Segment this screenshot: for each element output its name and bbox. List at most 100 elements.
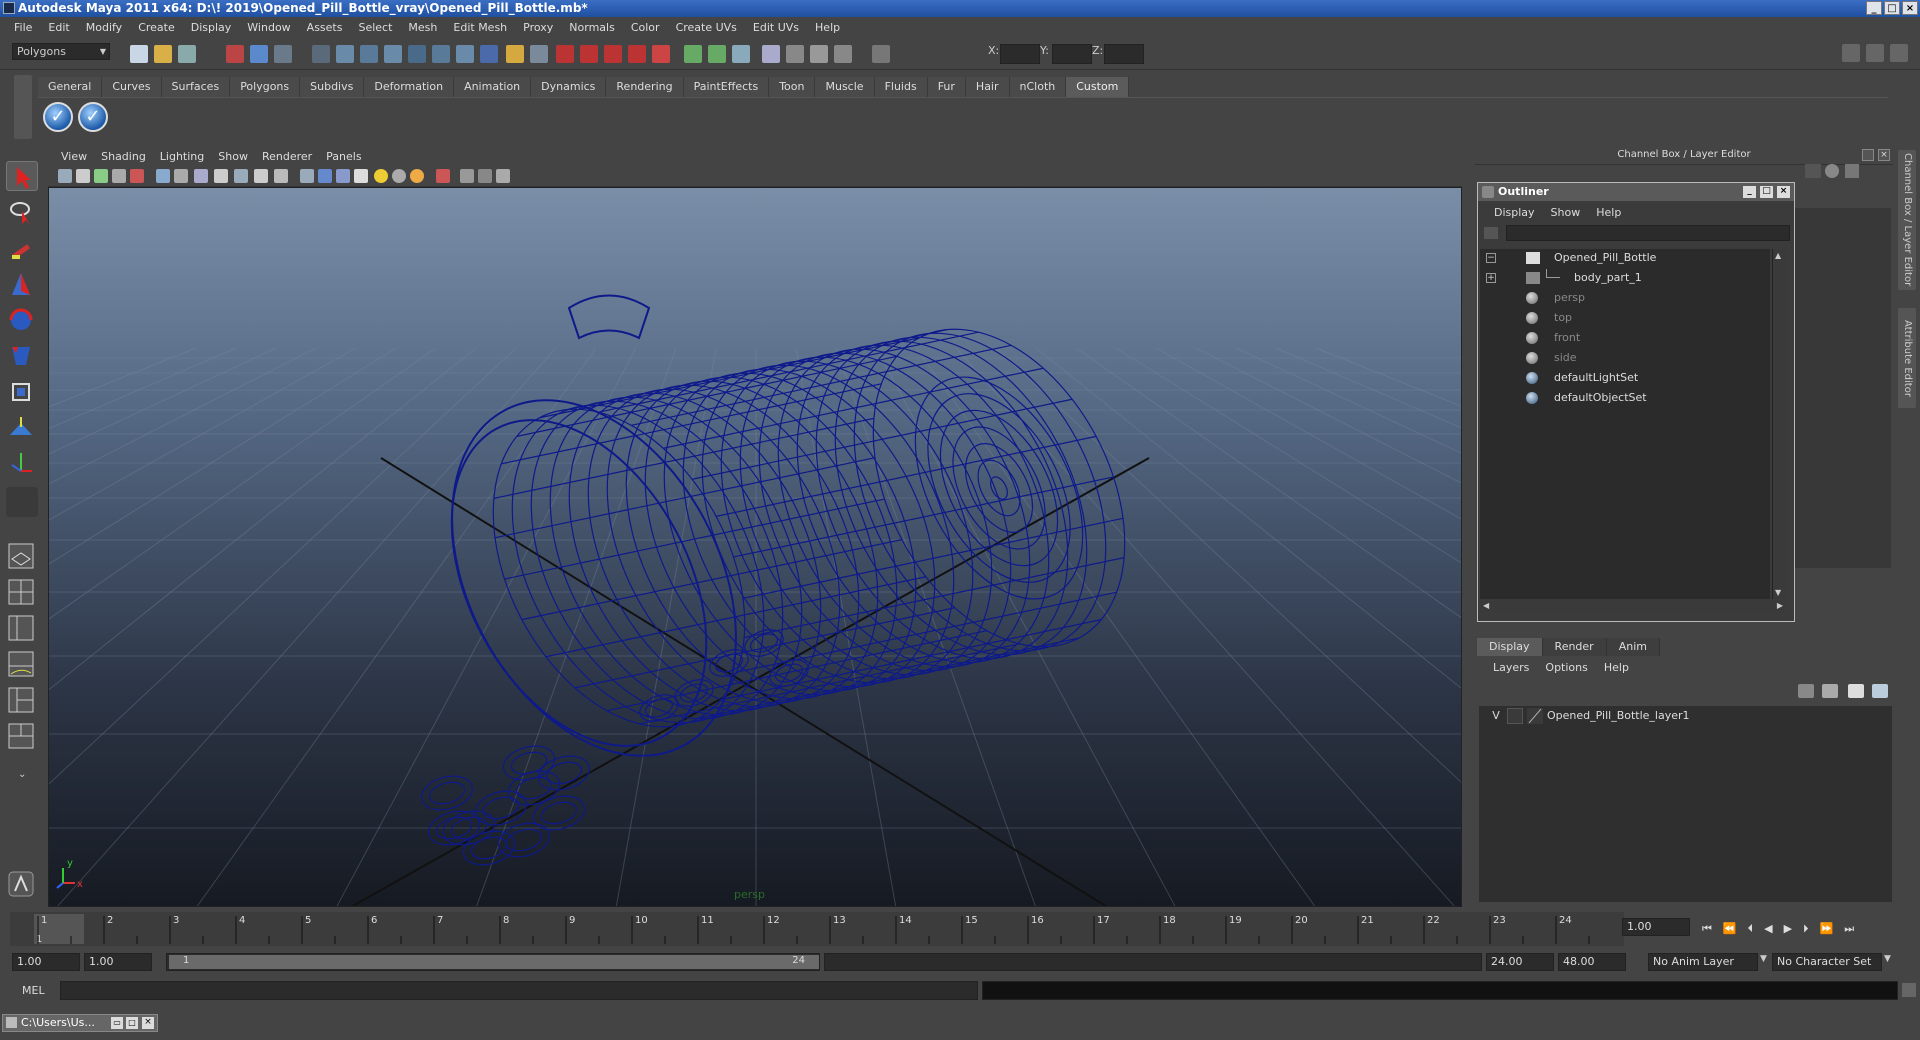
menu-color[interactable]: Color <box>623 21 668 34</box>
layer-color-swatch[interactable] <box>1527 708 1543 724</box>
help-icon[interactable] <box>480 45 498 63</box>
resolution-gate-icon[interactable] <box>174 169 188 183</box>
vp-menu-shading[interactable]: Shading <box>94 150 153 163</box>
playback-start-field[interactable]: 1.00 <box>84 953 152 971</box>
menu-assets[interactable]: Assets <box>299 21 351 34</box>
checkmark-icon[interactable]: ✓ <box>78 102 108 132</box>
step-back-key-icon[interactable]: ⏪ <box>1723 922 1737 938</box>
tab-animation[interactable]: Animation <box>454 77 532 97</box>
step-back-frame-icon[interactable]: ⏴ <box>1748 922 1754 938</box>
character-set-select[interactable]: No Character Set <box>1772 953 1882 971</box>
layout-toggle-a-icon[interactable] <box>1842 44 1860 62</box>
menu-file[interactable]: File <box>6 21 40 34</box>
grid-toggle-icon[interactable] <box>130 169 144 183</box>
menu-create-uvs[interactable]: Create UVs <box>668 21 745 34</box>
single-perspective-layout-icon[interactable] <box>6 541 38 571</box>
move-tool-icon[interactable] <box>6 269 38 299</box>
tab-rendering[interactable]: Rendering <box>606 77 684 97</box>
list-item[interactable]: − Opened_Pill_Bottle <box>1480 249 1770 267</box>
rotate-tool-icon[interactable] <box>6 305 38 335</box>
persp-outliner-layout-icon[interactable] <box>6 613 38 643</box>
range-slider[interactable]: 1 24 <box>166 953 820 971</box>
create-layer-from-selected-icon[interactable] <box>1822 684 1838 698</box>
tab-subdivs[interactable]: Subdivs <box>300 77 365 97</box>
list-item[interactable]: persp <box>1480 289 1770 307</box>
scroll-right-icon[interactable]: ▶ <box>1777 601 1783 610</box>
channel-box-toggle-icon[interactable] <box>810 45 828 63</box>
select-hierarchy-icon[interactable] <box>226 45 244 63</box>
script-editor-icon[interactable] <box>1902 983 1916 997</box>
menu-display[interactable]: Display <box>183 21 240 34</box>
scroll-left-icon[interactable]: ◀ <box>1483 601 1489 610</box>
wireframe-on-shaded-icon[interactable] <box>318 169 332 183</box>
play-backward-icon[interactable]: ◀ <box>1764 922 1772 938</box>
channel-box-float-button[interactable] <box>1862 149 1874 161</box>
anim-layer-select[interactable]: No Anim Layer <box>1648 953 1758 971</box>
move-layer-down-icon[interactable] <box>1872 684 1888 698</box>
playback-end-field[interactable]: 24.00 <box>1486 953 1554 971</box>
range-slider-handle[interactable]: 1 24 <box>169 955 819 969</box>
step-forward-frame-icon[interactable]: ⏵ <box>1803 922 1809 938</box>
outliner-minimize-button[interactable]: _ <box>1743 186 1756 198</box>
go-to-start-icon[interactable]: ⏮ <box>1702 922 1712 938</box>
list-item[interactable]: side <box>1480 349 1770 367</box>
bookmark-icon[interactable] <box>94 169 108 183</box>
list-item[interactable]: defaultLightSet <box>1480 369 1770 387</box>
textured-icon[interactable] <box>336 169 350 183</box>
four-view-layout-icon[interactable] <box>6 577 38 607</box>
close-button[interactable]: × <box>1902 1 1918 15</box>
image-plane-icon[interactable] <box>112 169 126 183</box>
outliner-horizontal-scrollbar[interactable]: ◀ ▶ <box>1480 601 1786 613</box>
menu-edit-uvs[interactable]: Edit UVs <box>745 21 807 34</box>
layout-toggle-c-icon[interactable] <box>1890 44 1908 62</box>
tab-toon[interactable]: Toon <box>769 77 816 97</box>
snap-grid-icon[interactable] <box>312 45 330 63</box>
panel-layout-c-icon[interactable] <box>732 45 750 63</box>
command-language-label[interactable]: MEL <box>22 984 45 997</box>
menu-mesh[interactable]: Mesh <box>400 21 445 34</box>
layer-menu-layers[interactable]: Layers <box>1485 661 1537 674</box>
snap-curve-icon[interactable] <box>336 45 354 63</box>
checkmark-icon[interactable]: ✓ <box>43 102 73 132</box>
layer-menu-options[interactable]: Options <box>1537 661 1595 674</box>
tab-anim[interactable]: Anim <box>1606 638 1660 656</box>
lasso-tool-icon[interactable] <box>6 197 38 227</box>
checker-icon[interactable] <box>354 169 368 183</box>
panel-layout-b-icon[interactable] <box>708 45 726 63</box>
xray-joints-icon[interactable] <box>478 169 492 183</box>
show-manipulator-icon[interactable] <box>6 447 38 477</box>
smooth-shade-icon[interactable] <box>300 169 314 183</box>
layout-toggle-b-icon[interactable] <box>1866 44 1884 62</box>
create-layer-icon[interactable] <box>1798 684 1814 698</box>
tab-render[interactable]: Render <box>1542 638 1607 656</box>
side-tab-attribute-editor[interactable]: Attribute Editor <box>1898 308 1916 408</box>
step-forward-key-icon[interactable]: ⏩ <box>1820 922 1834 938</box>
menu-help[interactable]: Help <box>807 21 848 34</box>
command-input[interactable] <box>60 981 978 1000</box>
filter-icon[interactable] <box>1484 227 1498 239</box>
camera-select-icon[interactable] <box>58 169 72 183</box>
tab-general[interactable]: General <box>38 77 103 97</box>
construction-icon[interactable] <box>456 45 474 63</box>
menu-normals[interactable]: Normals <box>561 21 623 34</box>
soft-mod-tool-icon[interactable] <box>6 413 38 443</box>
outliner-menu-display[interactable]: Display <box>1486 206 1543 219</box>
tab-fluids[interactable]: Fluids <box>874 77 928 97</box>
render-view-icon[interactable] <box>652 45 670 63</box>
restore-button[interactable]: ▭ <box>111 1017 123 1029</box>
hypershade-layout-icon[interactable] <box>6 685 38 715</box>
menu-window[interactable]: Window <box>239 21 298 34</box>
expand-icon[interactable]: + <box>1486 273 1496 283</box>
tab-hair[interactable]: Hair <box>965 77 1010 97</box>
y-field[interactable] <box>1052 44 1092 64</box>
z-field[interactable] <box>1104 44 1144 64</box>
panel-layout-a-icon[interactable] <box>684 45 702 63</box>
outliner-menu-help[interactable]: Help <box>1588 206 1629 219</box>
safe-action-icon[interactable] <box>234 169 248 183</box>
pin-icon[interactable] <box>1845 164 1859 178</box>
tab-fur[interactable]: Fur <box>927 77 966 97</box>
tab-muscle[interactable]: Muscle <box>815 77 875 97</box>
snap-point-icon[interactable] <box>360 45 378 63</box>
maximize-button[interactable]: □ <box>126 1017 138 1029</box>
select-object-icon[interactable] <box>250 45 268 63</box>
